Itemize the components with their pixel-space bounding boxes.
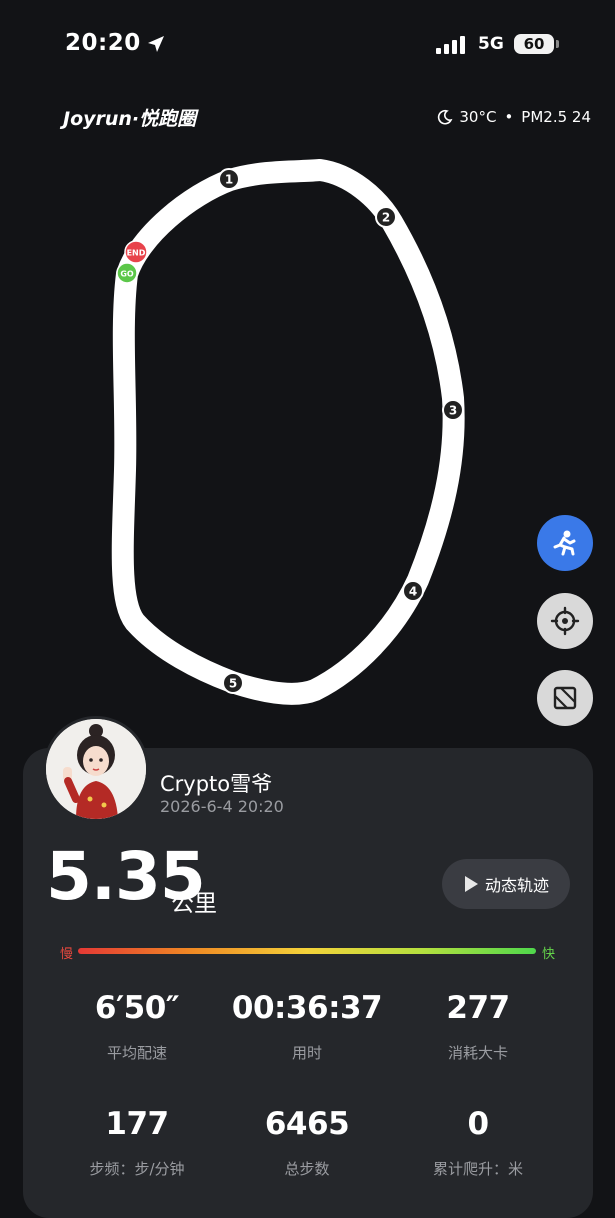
stat-value: 0 bbox=[467, 1106, 489, 1142]
stat-label: 累计爬升：米 bbox=[432, 1160, 523, 1178]
stat-elevation: 0 累计爬升：米 bbox=[393, 1106, 563, 1179]
battery-icon: 60 bbox=[514, 34, 554, 54]
runner-icon bbox=[553, 530, 576, 556]
svg-text:3: 3 bbox=[449, 404, 457, 418]
moon-icon bbox=[438, 109, 453, 125]
stat-label: 总步数 bbox=[284, 1160, 330, 1178]
pace-gradient-bar bbox=[78, 948, 536, 954]
svg-text:2: 2 bbox=[382, 211, 390, 225]
signal-icon bbox=[436, 36, 465, 54]
km-marker-4: 4 bbox=[402, 580, 424, 602]
username: Crypto雪爷 bbox=[160, 772, 273, 796]
svg-text:END: END bbox=[127, 249, 146, 258]
stat-value: 277 bbox=[446, 990, 510, 1026]
air-quality: PM2.5 24 bbox=[521, 108, 591, 126]
status-bar: 20:20 5G 60 bbox=[0, 0, 615, 90]
crosshair-icon bbox=[550, 606, 580, 636]
stat-value: 177 bbox=[105, 1106, 169, 1142]
location-arrow-icon bbox=[148, 36, 164, 52]
status-time: 20:20 bbox=[65, 30, 141, 56]
app-logo: Joyrun·悦跑圈 bbox=[63, 108, 197, 130]
network-type: 5G bbox=[478, 34, 504, 54]
temperature: 30°C bbox=[459, 108, 497, 126]
stat-label: 步频：步/分钟 bbox=[89, 1160, 185, 1178]
stat-cadence: 177 步频：步/分钟 bbox=[52, 1106, 222, 1179]
pace-scale-fast: 快 bbox=[542, 947, 556, 962]
end-marker: END bbox=[124, 240, 148, 264]
svg-text:4: 4 bbox=[409, 585, 417, 599]
stat-value: 00:36:37 bbox=[231, 990, 383, 1026]
battery-tip bbox=[556, 40, 559, 48]
svg-text:1: 1 bbox=[225, 173, 233, 187]
image-icon bbox=[553, 686, 577, 710]
svg-text:5: 5 bbox=[229, 677, 237, 691]
stat-value: 6465 bbox=[264, 1106, 350, 1142]
avatar-illustration bbox=[46, 719, 146, 819]
km-marker-5: 5 bbox=[222, 672, 244, 694]
run-mode-button[interactable] bbox=[537, 515, 593, 571]
start-marker: GO bbox=[116, 262, 138, 284]
play-icon bbox=[464, 876, 478, 892]
route-map[interactable]: 1 2 3 4 5 END GO bbox=[0, 140, 615, 720]
km-marker-3: 3 bbox=[442, 399, 464, 421]
dynamic-track-label: 动态轨迹 bbox=[484, 876, 549, 895]
run-datetime: 2026-6-4 20:20 bbox=[160, 797, 284, 816]
route-track bbox=[111, 159, 465, 705]
locate-button[interactable] bbox=[537, 593, 593, 649]
stat-avg-pace: 6′50″ 平均配速 bbox=[52, 990, 222, 1063]
weather-info: 30°C • PM2.5 24 bbox=[437, 108, 591, 126]
stat-calories: 277 消耗大卡 bbox=[393, 990, 563, 1063]
km-marker-2: 2 bbox=[375, 206, 397, 228]
image-button[interactable] bbox=[537, 670, 593, 726]
pace-scale-slow: 慢 bbox=[60, 947, 74, 962]
stat-total-steps: 6465 总步数 bbox=[222, 1106, 392, 1179]
stat-label: 平均配速 bbox=[106, 1044, 167, 1062]
dynamic-track-button[interactable]: 动态轨迹 bbox=[442, 859, 570, 909]
stat-label: 用时 bbox=[291, 1044, 322, 1062]
avatar[interactable] bbox=[43, 716, 149, 822]
stat-value: 6′50″ bbox=[94, 990, 180, 1026]
stat-label: 消耗大卡 bbox=[447, 1044, 508, 1062]
separator: • bbox=[504, 108, 514, 126]
km-marker-1: 1 bbox=[218, 168, 240, 190]
svg-text:GO: GO bbox=[120, 270, 134, 279]
stat-duration: 00:36:37 用时 bbox=[222, 990, 392, 1063]
distance-unit: 公里 bbox=[171, 891, 217, 917]
